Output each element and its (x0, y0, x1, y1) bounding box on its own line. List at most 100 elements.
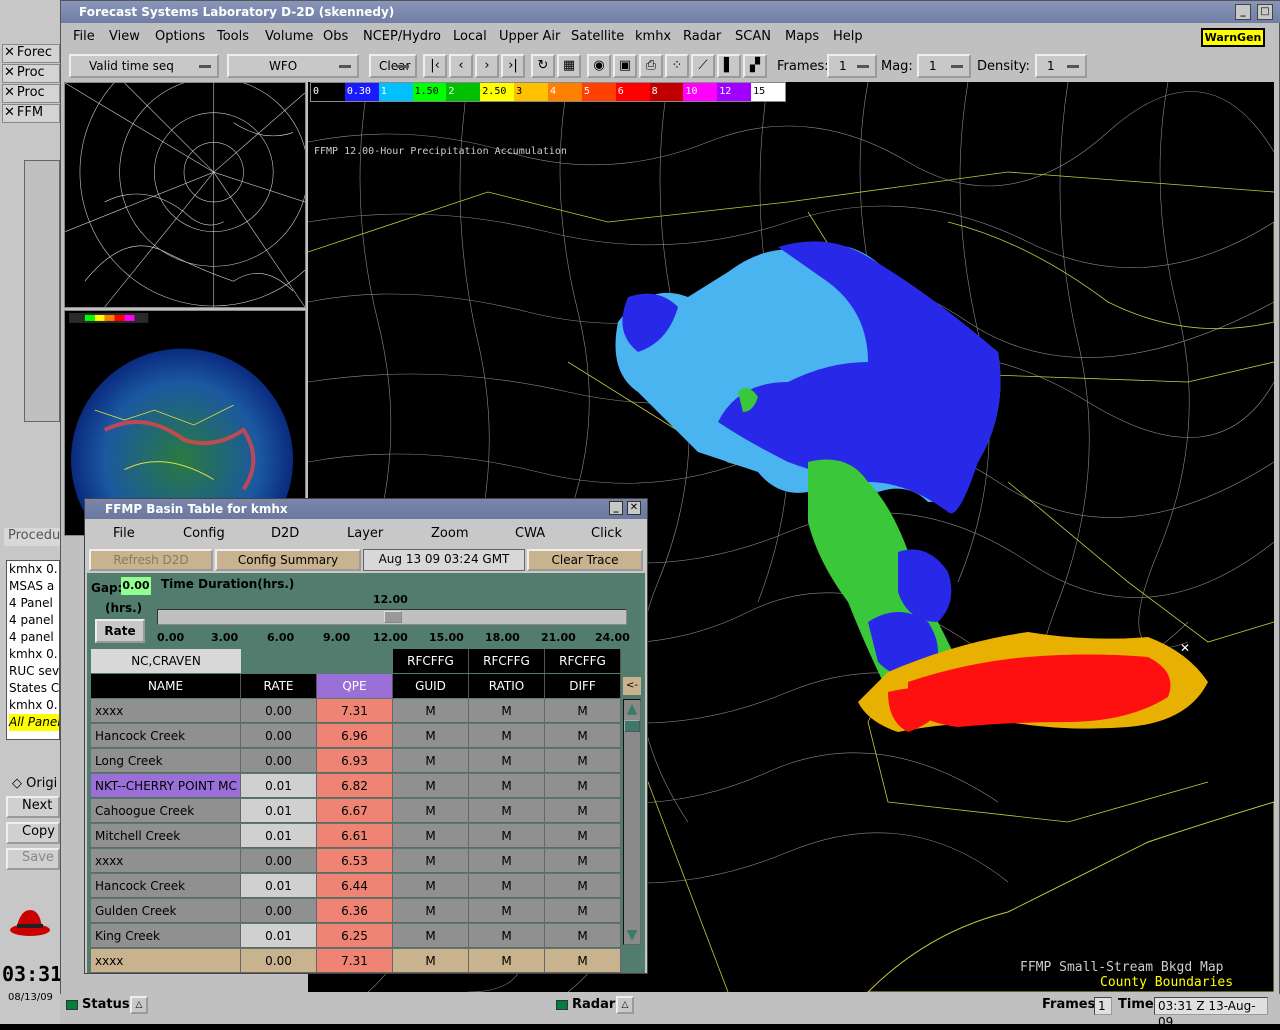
column-header-qpe[interactable]: QPE (317, 674, 393, 698)
frames-dropdown[interactable]: 1 (827, 54, 877, 78)
cell-qpe[interactable]: 6.96 (317, 724, 393, 748)
loop-icon[interactable]: ↻ (531, 54, 555, 78)
menu-satellite[interactable]: Satellite (571, 29, 624, 44)
column-header-rate[interactable]: RATE (241, 674, 317, 698)
menu-radar[interactable]: Radar (683, 29, 721, 44)
cell-guid[interactable]: M (393, 899, 469, 923)
cell-diff[interactable]: M (545, 899, 621, 923)
cell-guid[interactable]: M (393, 874, 469, 898)
scroll-thumb[interactable] (624, 720, 640, 732)
cell-rate[interactable]: 0.00 (241, 899, 317, 923)
list-item[interactable]: 4 panel (9, 629, 59, 646)
cell-name[interactable]: King Creek (91, 924, 241, 948)
cell-diff[interactable]: M (545, 949, 621, 973)
scale-dropdown[interactable]: WFO (227, 54, 359, 78)
cell-ratio[interactable]: M (469, 849, 545, 873)
menu-tools[interactable]: Tools (217, 29, 249, 44)
table-row[interactable]: King Creek 0.01 6.25 M M M (91, 924, 621, 948)
cell-guid[interactable]: M (393, 849, 469, 873)
menu-help[interactable]: Help (833, 29, 863, 44)
cell-rate[interactable]: 0.01 (241, 824, 317, 848)
close-icon[interactable]: ✕ (4, 105, 15, 120)
list-item[interactable]: kmhx 0. (9, 561, 59, 578)
cell-ratio[interactable]: M (469, 799, 545, 823)
slider-thumb[interactable] (384, 611, 402, 623)
sample-icon[interactable]: ◉ (587, 54, 611, 78)
cell-ratio[interactable]: M (469, 824, 545, 848)
cell-qpe[interactable]: 6.93 (317, 749, 393, 773)
table-scrollbar[interactable]: ▲ ▼ (623, 699, 641, 945)
cell-name[interactable]: xxxx (91, 849, 241, 873)
window-item-forecast[interactable]: ✕ Forec (2, 44, 60, 63)
cell-name[interactable]: Cahoogue Creek (91, 799, 241, 823)
cell-qpe[interactable]: 6.82 (317, 774, 393, 798)
column-header-guid[interactable]: GUID (393, 674, 469, 698)
cell-diff[interactable]: M (545, 749, 621, 773)
baseline-icon[interactable]: ⟋ (691, 54, 715, 78)
window-item-proc[interactable]: ✕ Proc (2, 64, 60, 83)
cell-rate[interactable]: 0.00 (241, 949, 317, 973)
prev-frame-icon[interactable]: ‹ (449, 54, 473, 78)
table-row[interactable]: xxxx 0.00 6.53 M M M (91, 849, 621, 873)
cell-ratio[interactable]: M (469, 899, 545, 923)
cell-rate[interactable]: 0.01 (241, 874, 317, 898)
cell-qpe[interactable]: 6.53 (317, 849, 393, 873)
cell-ratio[interactable]: M (469, 749, 545, 773)
scroll-up-icon[interactable]: ▲ (624, 700, 640, 718)
cell-name[interactable]: xxxx (91, 949, 241, 973)
cell-ratio[interactable]: M (469, 774, 545, 798)
county-label[interactable]: NC,CRAVEN (91, 649, 241, 673)
cell-ratio[interactable]: M (469, 924, 545, 948)
close-icon[interactable]: ✕ (4, 65, 15, 80)
scroll-down-icon[interactable]: ▼ (624, 926, 640, 944)
points-icon[interactable]: ⁘ (665, 54, 689, 78)
cell-qpe[interactable]: 6.44 (317, 874, 393, 898)
close-icon[interactable]: ✕ (4, 85, 15, 100)
duration-slider[interactable] (157, 609, 627, 625)
polar-map-panel[interactable] (64, 82, 306, 308)
menu-local[interactable]: Local (453, 29, 487, 44)
cell-diff[interactable]: M (545, 799, 621, 823)
cell-guid[interactable]: M (393, 824, 469, 848)
table-row[interactable]: xxxx 0.00 7.31 M M M (91, 699, 621, 723)
list-item[interactable]: All Panel (9, 714, 59, 731)
menu-maps[interactable]: Maps (785, 29, 819, 44)
cell-diff[interactable]: M (545, 874, 621, 898)
cell-rate[interactable]: 0.00 (241, 849, 317, 873)
table-row[interactable]: Hancock Creek 0.01 6.44 M M M (91, 874, 621, 898)
cell-qpe[interactable]: 6.61 (317, 824, 393, 848)
cell-guid[interactable]: M (393, 724, 469, 748)
ffmp-menu-d2d[interactable]: D2D (271, 526, 299, 541)
print-icon[interactable]: ⎙ (639, 54, 663, 78)
menu-options[interactable]: Options (155, 29, 205, 44)
column-header-name[interactable]: NAME (91, 674, 241, 698)
table-total-row[interactable]: xxxx 0.00 7.31 M M M (91, 949, 621, 973)
cell-name[interactable]: Gulden Creek (91, 899, 241, 923)
close-icon[interactable]: ✕ (627, 501, 641, 515)
copy-button[interactable]: Copy (6, 822, 60, 844)
cell-ratio[interactable]: M (469, 949, 545, 973)
cell-guid[interactable]: M (393, 924, 469, 948)
cell-qpe[interactable]: 6.67 (317, 799, 393, 823)
cell-name[interactable]: Mitchell Creek (91, 824, 241, 848)
table-row[interactable]: Gulden Creek 0.00 6.36 M M M (91, 899, 621, 923)
cell-ratio[interactable]: M (469, 724, 545, 748)
radar-toggle-icon[interactable]: △ (616, 996, 634, 1014)
menu-obs[interactable]: Obs (323, 29, 348, 44)
cell-diff[interactable]: M (545, 924, 621, 948)
cell-guid[interactable]: M (393, 949, 469, 973)
cell-rate[interactable]: 0.00 (241, 699, 317, 723)
ffmp-menu-cwa[interactable]: CWA (515, 526, 545, 541)
last-frame-icon[interactable]: ›| (501, 54, 525, 78)
list-item[interactable]: kmhx 0. (9, 646, 59, 663)
cell-diff[interactable]: M (545, 774, 621, 798)
clear-trace-button[interactable]: Clear Trace (527, 549, 643, 571)
list-item[interactable]: States C (9, 680, 59, 697)
four-panel-icon[interactable]: ▞ (743, 54, 767, 78)
window-item-ffmp[interactable]: ✕ FFM (2, 104, 60, 123)
cell-name[interactable]: Long Creek (91, 749, 241, 773)
cell-rate[interactable]: 0.00 (241, 749, 317, 773)
back-button[interactable]: <- (623, 677, 641, 695)
minimize-icon[interactable]: _ (609, 501, 623, 515)
ffmp-menu-layer[interactable]: Layer (347, 526, 383, 541)
